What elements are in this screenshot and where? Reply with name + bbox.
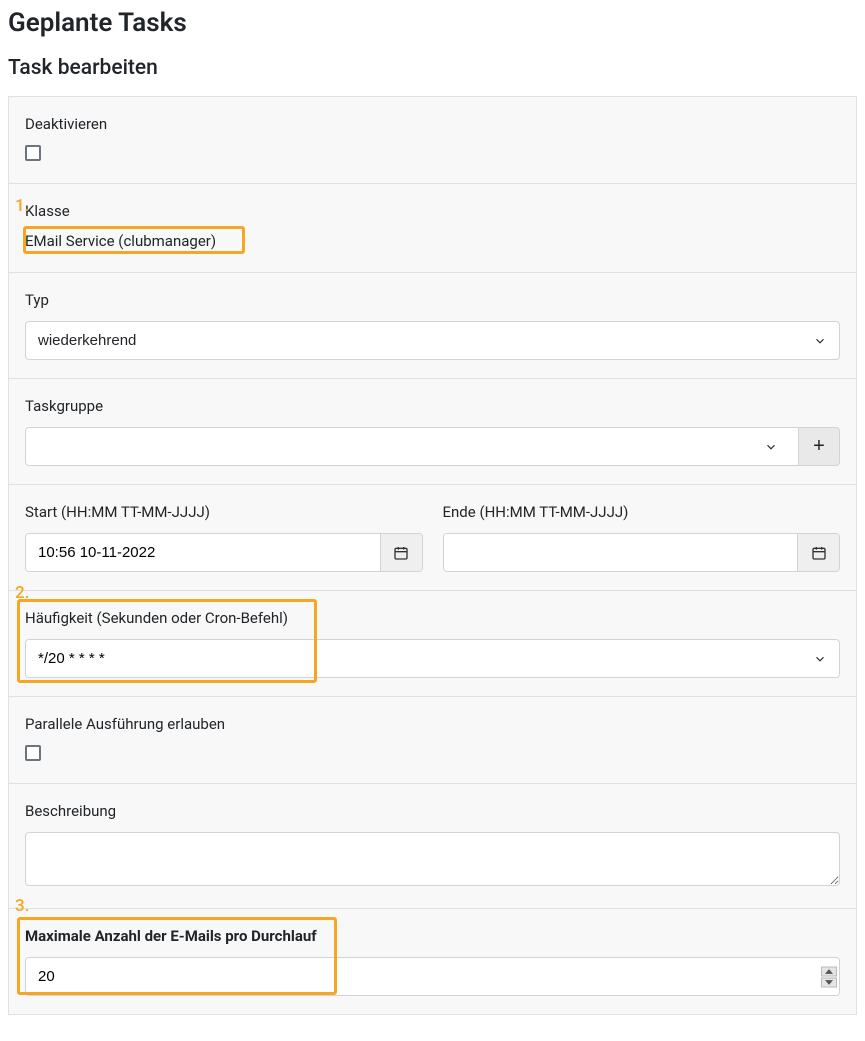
ende-input[interactable] [444, 534, 798, 571]
parallel-label: Parallele Ausführung erlauben [25, 715, 840, 733]
field-klasse: 1. Klasse EMail Service (clubmanager) [9, 184, 856, 273]
taskgruppe-label: Taskgruppe [25, 397, 840, 415]
frequency-input-wrap[interactable] [25, 639, 840, 678]
field-maxemails: Maximale Anzahl der E-Mails pro Durchlau… [9, 909, 856, 1014]
field-description: Beschreibung 3. [9, 784, 856, 909]
field-start: Start (HH:MM TT-MM-JJJJ) [25, 503, 423, 572]
annotation-1: 1. [15, 196, 29, 216]
klasse-label: Klasse [25, 202, 840, 220]
spinner-up-button[interactable] [821, 966, 837, 976]
description-textarea[interactable] [25, 832, 840, 886]
annotation-2: 2. [15, 583, 29, 603]
plus-icon: + [813, 435, 825, 458]
parallel-checkbox[interactable] [25, 745, 41, 761]
calendar-icon [393, 545, 409, 561]
field-deactivate: Deaktivieren [9, 97, 856, 184]
frequency-input[interactable] [26, 640, 839, 677]
field-typ: Typ [9, 273, 856, 379]
field-parallel: Parallele Ausführung erlauben [9, 697, 856, 784]
deactivate-label: Deaktivieren [25, 115, 840, 133]
number-spinner [821, 966, 837, 987]
description-label: Beschreibung [25, 802, 840, 820]
klasse-value: EMail Service (clubmanager) [25, 232, 216, 250]
ende-label: Ende (HH:MM TT-MM-JJJJ) [443, 503, 841, 521]
taskgruppe-add-button[interactable]: + [798, 427, 840, 466]
frequency-label: Häufigkeit (Sekunden oder Cron-Befehl) [25, 609, 840, 627]
page-heading: Geplante Tasks [8, 8, 857, 38]
taskgruppe-select-value[interactable] [26, 428, 798, 465]
start-input[interactable] [26, 534, 380, 571]
start-datepicker-button[interactable] [380, 534, 422, 571]
maxemails-label: Maximale Anzahl der E-Mails pro Durchlau… [25, 927, 840, 945]
calendar-icon [811, 545, 827, 561]
taskgruppe-select[interactable] [25, 427, 798, 466]
typ-label: Typ [25, 291, 840, 309]
start-label: Start (HH:MM TT-MM-JJJJ) [25, 503, 423, 521]
field-dates: Start (HH:MM TT-MM-JJJJ) Ende (HH:MM TT-… [9, 485, 856, 591]
task-form: Deaktivieren 1. Klasse EMail Service (cl… [8, 96, 857, 1015]
typ-select-value[interactable] [26, 322, 839, 359]
maxemails-input[interactable] [26, 958, 839, 995]
typ-select[interactable] [25, 321, 840, 360]
page-subheading: Task bearbeiten [8, 56, 857, 80]
field-frequency: 2. Häufigkeit (Sekunden oder Cron-Befehl… [9, 591, 856, 697]
ende-datepicker-button[interactable] [797, 534, 839, 571]
deactivate-checkbox[interactable] [25, 145, 41, 161]
field-end: Ende (HH:MM TT-MM-JJJJ) [443, 503, 841, 572]
spinner-down-button[interactable] [821, 977, 837, 987]
field-taskgruppe: Taskgruppe + [9, 379, 856, 485]
annotation-3: 3. [15, 896, 29, 916]
